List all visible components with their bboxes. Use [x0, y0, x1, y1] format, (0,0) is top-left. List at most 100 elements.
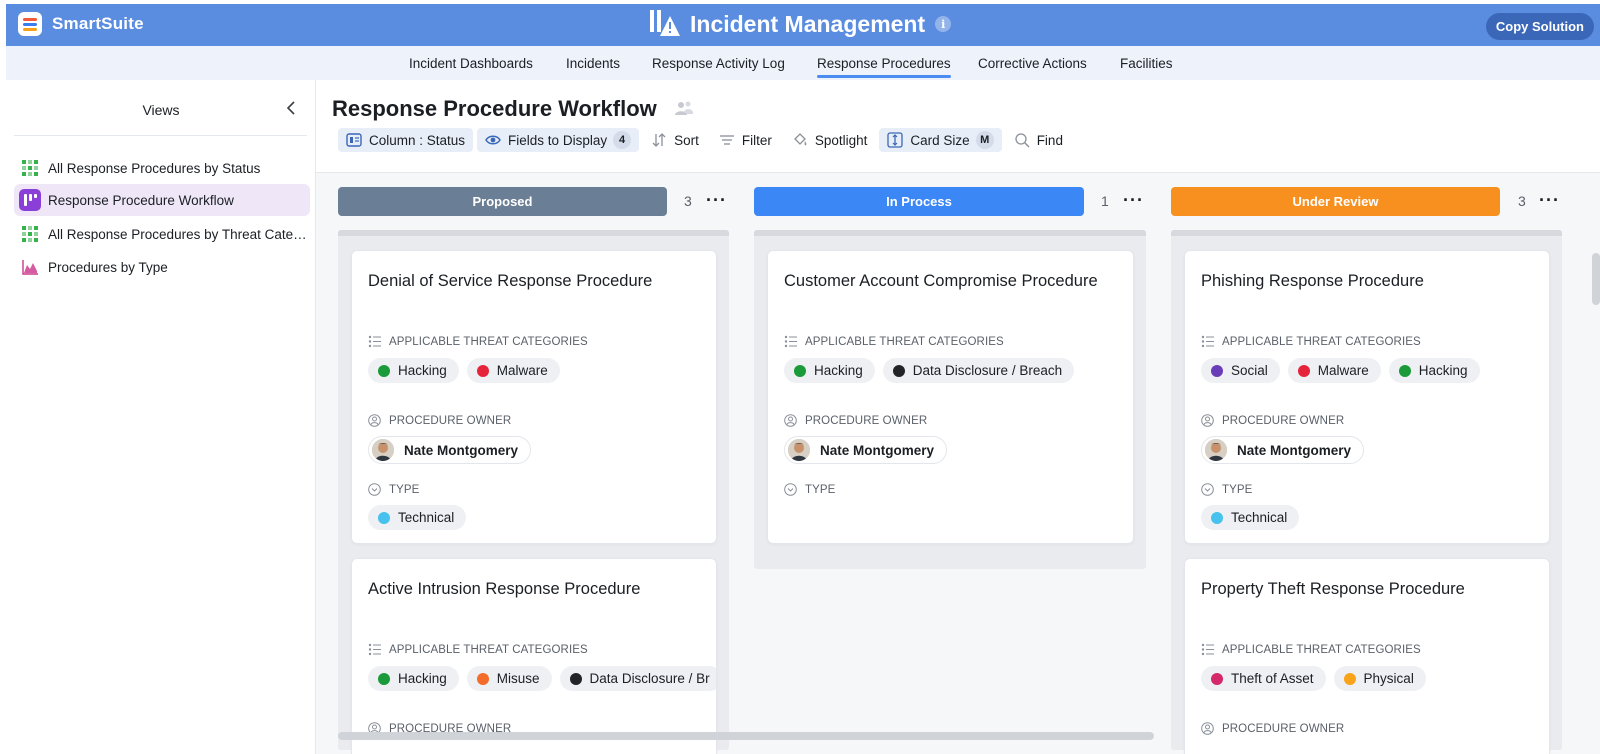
fields-count-badge: 4	[613, 131, 632, 149]
sort-button[interactable]: Sort	[643, 128, 707, 152]
owner-chip[interactable]: Nate Montgomery	[368, 436, 532, 464]
card-title: Active Intrusion Response Procedure	[368, 580, 641, 598]
user-icon	[368, 414, 381, 427]
column-header-in-process[interactable]: In Process	[754, 187, 1084, 216]
category-chip: Physical	[1333, 666, 1426, 691]
horizontal-scrollbar[interactable]	[338, 732, 1154, 740]
field-label-categories: APPLICABLE THREAT CATEGORIES	[368, 643, 588, 656]
card-property-theft[interactable]: Property Theft Response Procedure APPLIC…	[1184, 558, 1550, 754]
color-dot	[378, 511, 390, 524]
eye-icon	[485, 135, 501, 145]
vertical-scrollbar[interactable]	[1592, 253, 1600, 305]
list-icon	[368, 643, 381, 656]
lane-top	[1171, 230, 1562, 236]
people-icon[interactable]	[674, 100, 694, 116]
color-dot	[476, 364, 489, 377]
owner-chip[interactable]: Nate Montgomery	[1201, 436, 1365, 464]
category-chips: Theft of Asset Physical	[1201, 666, 1426, 691]
view-item-workflow[interactable]: Response Procedure Workflow	[14, 184, 310, 216]
color-dot	[1398, 364, 1411, 377]
lane-top	[338, 230, 729, 236]
view-item-label: All Response Procedures by Threat Categ.…	[48, 226, 310, 242]
card-phishing[interactable]: Phishing Response Procedure APPLICABLE T…	[1184, 250, 1550, 544]
column-status-button[interactable]: Column : Status	[338, 128, 474, 152]
tab-incidents[interactable]: Incidents	[566, 56, 620, 71]
more-options-icon[interactable]: ···	[706, 190, 727, 211]
card-size-button[interactable]: Card Size M	[879, 128, 1002, 152]
kanban-board: Proposed 3 ··· Denial of Service Respons…	[316, 173, 1600, 754]
category-chip: Social	[1201, 358, 1280, 383]
find-label: Find	[1036, 132, 1063, 148]
lane-top	[754, 230, 1146, 236]
divider	[14, 135, 307, 136]
chevron-circle-icon	[1201, 483, 1214, 496]
card-active-intrusion[interactable]: Active Intrusion Response Procedure APPL…	[351, 558, 717, 754]
column-count: 3	[1518, 193, 1526, 209]
columns-icon	[346, 133, 362, 147]
tab-response-procedures[interactable]: Response Procedures	[817, 56, 951, 78]
fields-to-display-button[interactable]: Fields to Display 4	[477, 128, 640, 152]
spotlight-button[interactable]: Spotlight	[784, 128, 876, 152]
grid-icon	[22, 226, 38, 242]
tab-incident-dashboards[interactable]: Incident Dashboards	[409, 56, 533, 71]
app-title: Incident Management	[690, 10, 926, 37]
chevron-left-icon[interactable]	[284, 100, 298, 116]
filter-icon	[719, 135, 734, 145]
color-dot	[794, 364, 806, 377]
column-header-proposed[interactable]: Proposed	[338, 187, 667, 216]
category-chip: Hacking	[784, 358, 875, 383]
sort-icon	[652, 133, 666, 147]
category-chip: Hacking	[368, 666, 459, 691]
card-denial-of-service[interactable]: Denial of Service Response Procedure APP…	[351, 250, 717, 544]
card-size-badge: M	[975, 131, 994, 149]
category-chip: Malware	[1287, 358, 1381, 383]
view-toolbar: Column : Status Fields to Display 4 Sort	[338, 128, 1075, 152]
field-label-owner: PROCEDURE OWNER	[368, 414, 511, 427]
tab-response-activity-log[interactable]: Response Activity Log	[652, 56, 785, 71]
tab-facilities[interactable]: Facilities	[1120, 56, 1173, 71]
resize-icon	[887, 132, 904, 148]
field-label-categories: APPLICABLE THREAT CATEGORIES	[368, 335, 588, 348]
filter-button[interactable]: Filter	[711, 128, 780, 152]
view-item-by-threat-category[interactable]: All Response Procedures by Threat Categ.…	[14, 218, 310, 250]
field-label-type: TYPE	[784, 483, 835, 496]
avatar	[372, 439, 394, 461]
solution-nav: Incident Dashboards Incidents Response A…	[6, 46, 1600, 80]
tab-corrective-actions[interactable]: Corrective Actions	[978, 56, 1087, 71]
copy-solution-button[interactable]: Copy Solution	[1485, 13, 1594, 40]
category-chip: Theft of Asset	[1201, 666, 1326, 691]
sort-label: Sort	[674, 132, 699, 148]
filter-label: Filter	[741, 132, 772, 148]
card-title: Denial of Service Response Procedure	[368, 272, 653, 290]
find-button[interactable]: Find	[1006, 128, 1071, 152]
paint-bucket-icon	[793, 133, 807, 146]
user-icon	[1201, 722, 1214, 735]
view-item-by-status[interactable]: All Response Procedures by Status	[14, 152, 310, 184]
color-dot	[1343, 672, 1356, 685]
info-icon[interactable]: i	[935, 16, 952, 32]
field-label-owner: PROCEDURE OWNER	[1201, 722, 1344, 735]
view-item-by-type[interactable]: Procedures by Type	[14, 251, 310, 283]
column-header-under-review[interactable]: Under Review	[1171, 187, 1500, 216]
brand-name: SmartSuite	[52, 14, 144, 33]
type-chips: Technical	[368, 505, 467, 530]
more-options-icon[interactable]: ···	[1539, 190, 1560, 211]
owner-chip[interactable]: Nate Montgomery	[784, 436, 948, 464]
card-customer-account-compromise[interactable]: Customer Account Compromise Procedure AP…	[767, 250, 1134, 544]
brand[interactable]: SmartSuite	[18, 12, 144, 36]
type-chips: Technical	[1201, 505, 1300, 530]
more-options-icon[interactable]: ···	[1123, 190, 1144, 211]
spotlight-label: Spotlight	[814, 132, 868, 148]
card-title: Phishing Response Procedure	[1201, 272, 1424, 290]
category-chips: Social Malware Hacking	[1201, 358, 1480, 383]
view-item-label: All Response Procedures by Status	[48, 160, 261, 176]
views-title: Views	[142, 102, 180, 118]
fields-to-display-label: Fields to Display	[508, 132, 608, 148]
card-title: Property Theft Response Procedure	[1201, 580, 1465, 598]
chevron-circle-icon	[784, 483, 797, 496]
category-chip: Data Disclosure / Br	[559, 666, 716, 691]
category-chips: Hacking Data Disclosure / Breach	[784, 358, 1075, 383]
color-dot	[892, 364, 905, 377]
field-label-type: TYPE	[1201, 483, 1252, 496]
field-label-type: TYPE	[368, 483, 419, 496]
